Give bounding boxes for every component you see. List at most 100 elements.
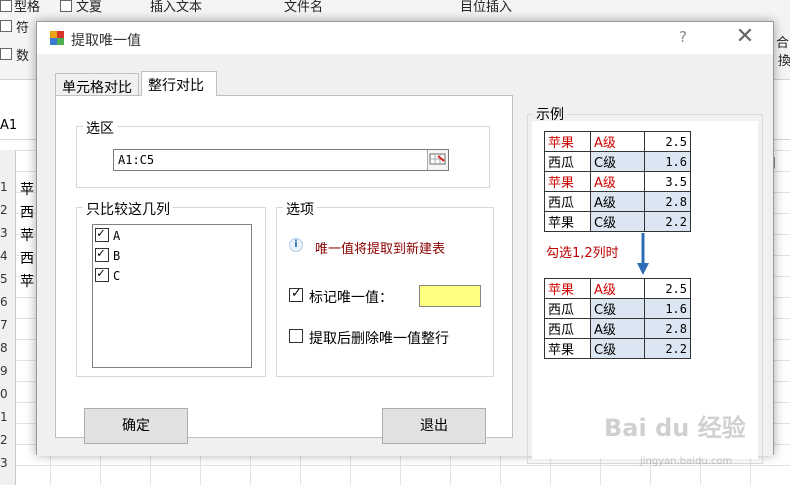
row-number[interactable]: 4 [0,249,16,263]
column-b-label: B [113,249,121,263]
options-legend: 选项 [283,199,317,219]
column-a-checkbox[interactable]: ✓ [95,226,109,242]
range-group: 选区 A1:C5 [76,118,490,188]
table-row: 西瓜 C级 1.6 [544,298,691,319]
ribbon-item[interactable]: 插入文本 [150,0,202,15]
title-bar[interactable]: 提取唯一值 ? ✕ [37,22,773,54]
row-number[interactable]: 3 [0,456,16,470]
row-number[interactable]: 2 [0,203,16,217]
watermark-url: jingyan.baidu.com [640,456,733,467]
table-row: 西瓜 A级 2.8 [544,191,691,212]
tab-panel: 选区 A1:C5 只比较这几列 ✓ A ✓ B ✓ C 选项 i 唯一值将提取到… [55,95,513,444]
table-cell: 西瓜 [544,151,591,172]
exit-button[interactable]: 退出 [382,408,486,444]
sheet-cell[interactable]: 西 [20,202,34,222]
ribbon-checkbox[interactable] [0,0,12,12]
mark-unique-checkbox[interactable]: ✓ [289,286,303,302]
ribbon-checkbox[interactable] [0,48,12,60]
ribbon-item[interactable]: 換 [778,50,790,69]
extract-unique-dialog: 提取唯一值 ? ✕ 单元格对比 整行对比 选区 A1:C5 只比较这几列 ✓ A… [36,21,774,464]
row-number[interactable]: 9 [0,364,16,378]
table-row: 苹果 C级 2.2 [544,338,691,359]
table-cell: C级 [590,298,645,319]
row-number[interactable]: 7 [0,318,16,332]
check-icon: ✓ [291,286,302,301]
check-icon: ✓ [97,226,105,241]
columns-listbox[interactable]: ✓ A ✓ B ✓ C [92,224,252,368]
row-number[interactable]: 2 [0,433,16,447]
arrow-down-icon [637,233,649,275]
column-b-checkbox[interactable]: ✓ [95,246,109,262]
ribbon-item[interactable]: 目位插入 [460,0,512,15]
row-number[interactable]: 1 [0,410,16,424]
table-cell: C级 [590,338,645,359]
column-c-label: C [113,269,121,283]
ribbon-item[interactable]: 文件名 [284,0,323,15]
column-c-checkbox[interactable]: ✓ [95,266,109,282]
ribbon-item[interactable]: 合 [776,32,789,51]
table-cell: 2.8 [644,191,691,212]
table-cell: C级 [590,151,645,172]
table-cell: 3.5 [644,171,691,192]
row-number[interactable]: 3 [0,226,16,240]
row-number[interactable]: 0 [0,387,16,401]
row-number[interactable]: 1 [0,180,16,194]
help-button[interactable]: ? [679,28,687,46]
ok-button[interactable]: 确定 [84,408,188,444]
example-caption: 勾选1,2列时 [546,246,619,261]
delete-rows-label: 提取后删除唯一值整行 [309,331,449,347]
app-icon [50,31,64,45]
delete-rows-checkbox[interactable] [289,329,303,343]
name-box[interactable]: A1 [0,118,17,133]
ribbon-checkbox[interactable] [60,0,72,12]
tab-cell-compare[interactable]: 单元格对比 [55,73,139,96]
dialog-title: 提取唯一值 [71,33,141,49]
table-cell: A级 [590,191,645,212]
row-number[interactable]: 8 [0,341,16,355]
sheet-cell[interactable]: 西 [20,248,34,268]
table-cell: 苹果 [544,278,591,299]
info-icon: i [289,238,303,252]
tab-row-compare[interactable]: 整行对比 [141,71,217,96]
table-cell: 苹果 [544,211,591,232]
table-cell: 1.6 [644,151,691,172]
row-number[interactable]: 5 [0,272,16,286]
table-cell: 西瓜 [544,318,591,339]
ribbon-checkbox[interactable] [0,20,12,32]
check-icon: ✓ [97,266,105,281]
ribbon-item[interactable]: 型格 [14,0,40,15]
table-row: 苹果 A级 3.5 [544,171,691,192]
range-input[interactable]: A1:C5 [113,149,449,171]
options-group: 选项 i 唯一值将提取到新建表 ✓ 标记唯一值： 提取后删除唯一值整行 [276,199,494,377]
columns-legend: 只比较这几列 [83,199,173,219]
table-cell: 2.5 [644,131,691,152]
table-cell: A级 [590,278,645,299]
table-cell: 2.5 [644,278,691,299]
mark-color-swatch[interactable] [419,285,481,307]
table-row: 西瓜 A级 2.8 [544,318,691,339]
ribbon-item[interactable]: 文夏 [76,0,102,15]
table-cell: C级 [590,211,645,232]
table-cell: 2.2 [644,211,691,232]
row-number[interactable]: 6 [0,295,16,309]
table-row: 苹果 C级 2.2 [544,211,691,232]
ribbon-item[interactable]: 符 [16,17,29,36]
info-text: 唯一值将提取到新建表 [315,242,446,257]
table-cell: A级 [590,318,645,339]
close-button[interactable]: ✕ [735,24,755,49]
ribbon-item[interactable]: 数 [16,45,29,64]
check-icon: ✓ [97,246,105,261]
sheet-cell[interactable]: 苹 [20,271,34,291]
sheet-cell[interactable]: 苹 [20,225,34,245]
table-cell: 西瓜 [544,191,591,212]
table-cell: 苹果 [544,131,591,152]
range-picker-button[interactable] [427,150,448,170]
range-picker-icon [429,153,446,165]
table-cell: 2.8 [644,318,691,339]
table-cell: 西瓜 [544,298,591,319]
table-cell: 1.6 [644,298,691,319]
sheet-cell[interactable]: 苹 [20,179,34,199]
watermark-logo: Bai du 经验 [604,414,746,442]
table-cell: 苹果 [544,171,591,192]
table-row: 西瓜 C级 1.6 [544,151,691,172]
